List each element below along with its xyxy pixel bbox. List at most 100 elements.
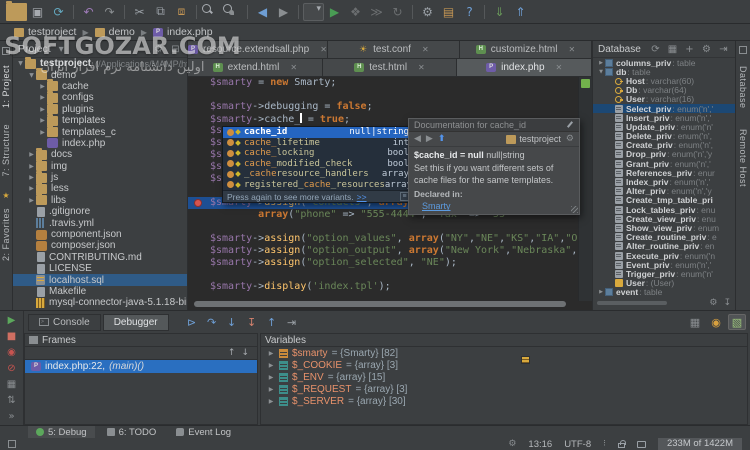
more-icon[interactable]: » [4, 410, 20, 423]
tree-item[interactable]: ▶cache [13, 81, 187, 92]
frame-up-icon[interactable]: ↑ [228, 348, 236, 358]
toolwindow-tab-6-todo[interactable]: 6: TODO [99, 426, 165, 439]
restore-layout-icon[interactable]: ▦ [686, 314, 704, 330]
undo-icon[interactable]: ↶ [78, 3, 99, 21]
find-usages-icon[interactable] [222, 3, 243, 21]
tree-item[interactable]: .gitignore [13, 206, 187, 217]
completion-item[interactable]: cache_idnull|string [223, 127, 413, 138]
db-tree-item[interactable]: User: (User) [593, 279, 735, 288]
background-tasks-icon[interactable]: ⚙ [508, 439, 516, 449]
expand-arrow-icon[interactable]: ▶ [38, 83, 47, 90]
forward-icon[interactable]: ▶ [273, 3, 294, 21]
expand-arrow-icon[interactable]: ▶ [27, 174, 36, 181]
expand-arrow-icon[interactable]: ▶ [27, 151, 36, 158]
run-config-select[interactable] [303, 3, 324, 21]
completion-item[interactable]: cache_modified_checkbool [223, 159, 413, 170]
toolwindow-tab-event-log[interactable]: Event Log [168, 426, 239, 439]
table-view-icon[interactable]: ▦ [666, 43, 679, 56]
toolwindow-button-structure[interactable]: 7: Structure [1, 124, 11, 177]
mute-breakpoints-icon[interactable]: ⊘ [4, 362, 20, 375]
run-icon[interactable]: ▶ [324, 3, 345, 21]
force-step-into-icon[interactable]: ↧ [243, 314, 261, 330]
resize-grip[interactable] [571, 206, 578, 213]
frame-down-icon[interactable]: ↓ [241, 348, 249, 358]
toolwindow-button-remote-host[interactable]: Remote Host [738, 129, 748, 187]
doc-settings-gear-icon[interactable]: ⚙ [566, 134, 574, 144]
completion-item[interactable]: cache_lifetimeint [223, 138, 413, 149]
expand-arrow-icon[interactable]: ▶ [267, 374, 275, 381]
database-hscrollbar[interactable] [597, 301, 667, 305]
show-execution-point-icon[interactable]: ⊳ [183, 314, 201, 330]
expand-arrow-icon[interactable]: ▶ [267, 386, 275, 393]
run-to-cursor-icon[interactable]: ⇥ [283, 314, 301, 330]
db-tree-item[interactable]: ▶columns_priv: table [593, 58, 735, 67]
toolwindow-button-database[interactable]: Database [738, 66, 748, 109]
paste-icon[interactable]: ⧈ [171, 3, 192, 21]
doc-popup-titlebar[interactable]: Documentation for cache_id [409, 119, 579, 132]
doc-forward-icon[interactable]: ▶ [426, 134, 433, 144]
editor-tab-test-html[interactable]: Htest.html✕ [323, 59, 458, 76]
restart-icon[interactable]: ↻ [387, 3, 408, 21]
tree-item[interactable]: ▼demo [13, 69, 187, 80]
tree-item[interactable]: composer.json [13, 240, 187, 251]
tree-item[interactable]: localhost.sql [13, 274, 187, 285]
breadcrumb-item[interactable]: Pindex.php [147, 26, 219, 38]
tree-item[interactable]: Makefile [13, 286, 187, 297]
resume-icon[interactable]: ▶ [4, 314, 20, 327]
variables-header[interactable]: Variables [261, 334, 747, 347]
close-icon[interactable]: ✕ [290, 63, 297, 72]
close-icon[interactable]: ✕ [418, 63, 425, 72]
chevron-down-icon[interactable]: ▾ [55, 43, 68, 56]
completion-item[interactable]: _cacheresource_handlersarray [223, 169, 413, 180]
step-out-icon[interactable]: ↑ [263, 314, 281, 330]
tree-item[interactable]: component.json [13, 229, 187, 240]
expand-arrow-icon[interactable]: ▶ [27, 163, 36, 170]
expand-arrow-icon[interactable]: ▶ [38, 117, 47, 124]
toolwindow-icon[interactable] [739, 46, 747, 54]
frames-header[interactable]: Frames [25, 334, 257, 347]
find-icon[interactable] [201, 3, 222, 21]
synchronize-icon[interactable]: ⟳ [48, 3, 69, 21]
stop-icon[interactable]: ■ [4, 330, 20, 343]
sort-icon[interactable]: ⇅ [4, 394, 20, 407]
toolwindow-button-project[interactable]: 1: Project [1, 65, 11, 108]
tree-item[interactable]: .travis.yml [13, 217, 187, 228]
toolwindow-tab-5-debug[interactable]: 5: Debug [28, 426, 95, 439]
view-breakpoints-icon[interactable]: ◉ [4, 346, 20, 359]
breadcrumb-item[interactable]: demo [89, 26, 141, 38]
breadcrumb-item[interactable]: testproject [8, 26, 82, 38]
download-icon[interactable]: ↧ [723, 298, 731, 308]
collapse-all-icon[interactable]: ⊟ [169, 43, 182, 56]
tree-item[interactable]: mysql-connector-java-5.1.18-bin.ja [13, 297, 187, 308]
debug-icon[interactable]: ❖ [345, 3, 366, 21]
code-line[interactable]: $smarty->assign("option_output", array("… [188, 245, 578, 257]
expand-arrow-icon[interactable]: ▼ [597, 69, 605, 75]
copy-icon[interactable]: ⧉ [150, 3, 171, 21]
completion-item[interactable]: registered_cache_resourcesarray [223, 180, 413, 191]
debug-tab-console[interactable]: >Console [28, 314, 101, 331]
toolwindow-toggle-icon[interactable] [8, 440, 16, 448]
close-icon[interactable]: ✕ [320, 45, 327, 54]
code-line[interactable]: $smarty->display('index.tpl'); [188, 281, 578, 293]
database-panel-header[interactable]: Database ⟳▦+⚙⇥ [593, 41, 735, 58]
sync-icon[interactable]: ⟳ [649, 43, 662, 56]
settings-gear-icon[interactable]: ⚙ [709, 298, 717, 308]
line-separator-icon[interactable]: ⁝ [603, 439, 606, 449]
evaluate-icon[interactable]: ◉ [707, 314, 725, 330]
editor-tab-resource-extendsall-php[interactable]: Presource.extendsall.php✕ [188, 41, 328, 58]
more-variants-link[interactable]: >> [357, 192, 367, 202]
lock-icon[interactable] [618, 443, 625, 448]
vcs-commit-icon[interactable]: ⇑ [510, 3, 531, 21]
hide-panel-icon[interactable]: ⇥ [717, 43, 730, 56]
debug-tab-debugger[interactable]: Debugger [103, 314, 169, 331]
variable-row[interactable]: ▶$_COOKIE= {array} [3] [261, 359, 747, 371]
expand-arrow-icon[interactable]: ▶ [267, 398, 275, 405]
settings-icon[interactable]: ⚙ [417, 3, 438, 21]
expand-arrow-icon[interactable]: ▶ [267, 350, 275, 357]
close-icon[interactable]: ✕ [568, 45, 575, 54]
memory-indicator[interactable]: 233M of 1422M [658, 438, 742, 450]
variable-row[interactable]: ▶$_SERVER= {array} [30] [261, 396, 747, 408]
variable-row[interactable]: ▶$smarty= {Smarty} [82] [261, 347, 747, 359]
hector-icon[interactable] [637, 441, 646, 448]
inspection-indicator[interactable] [581, 79, 590, 88]
